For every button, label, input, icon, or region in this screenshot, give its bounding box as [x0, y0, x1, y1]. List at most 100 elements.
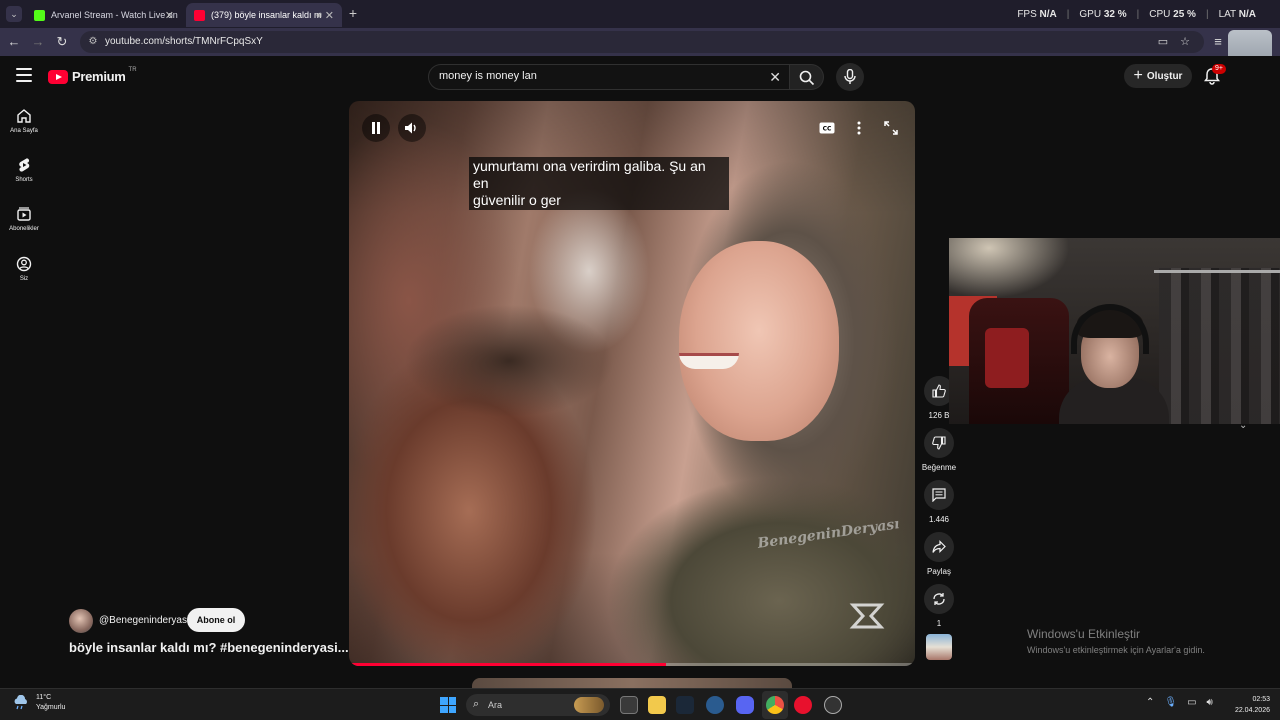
tab-title: Arvanel Stream - Watch Live on [51, 10, 178, 20]
taskbar-clock[interactable]: 02:53 22.04.2026 [1226, 694, 1270, 716]
lat-value: N/A [1238, 9, 1256, 20]
webcam-background-light [949, 238, 1069, 298]
volume-icon[interactable]: 🔊︎ [1207, 697, 1213, 708]
cpu-value: 25 % [1173, 9, 1196, 20]
sidebar-item-home[interactable]: Ana Sayfa [0, 108, 48, 134]
lat-label: LAT [1218, 9, 1236, 20]
windows-start-icon[interactable] [440, 697, 456, 713]
windows-activation-watermark: Windows'u Etkinleştir Windows'u etkinleş… [1027, 627, 1205, 655]
tab-list-button[interactable]: ⌄ [6, 6, 22, 22]
youtube-header: Premium TR ✕ + Oluştur 9+ [0, 56, 1280, 98]
clock-date: 22.04.2026 [1234, 707, 1270, 714]
windows-taskbar: 11°C Yağmurlu ⌕ Ara ⌃ 🎙︎ ▭ 🔊︎ 02:53 22.0… [0, 688, 1280, 720]
closed-captions-icon: CC [819, 122, 835, 134]
steam-icon[interactable] [676, 696, 694, 714]
logo-text: Premium [72, 69, 126, 84]
reload-button[interactable]: ↻ [54, 34, 70, 50]
cast-icon[interactable]: ▭ [1158, 35, 1168, 48]
task-view-icon[interactable] [620, 696, 638, 714]
sidebar-item-label: Ana Sayfa [10, 128, 38, 134]
sidebar-item-label: Abonelikler [9, 226, 39, 232]
remix-icon [933, 593, 945, 605]
channel-avatar[interactable] [69, 609, 93, 633]
browser-tab-strip: ⌄ Arvanel Stream - Watch Live on ✕ (379)… [0, 0, 1280, 28]
shorts-video-player[interactable]: BenegeninDeryası yumurtamı ona verirdim … [349, 101, 915, 666]
network-app-icon[interactable] [706, 696, 724, 714]
taskbar-active-indicator [762, 691, 788, 719]
network-icon[interactable]: ▭ [1187, 697, 1196, 708]
taskbar-search-placeholder: Ara [488, 700, 503, 710]
video-smile [679, 353, 739, 369]
weather-description: Yağmurlu [36, 704, 66, 711]
video-progress-bar[interactable] [349, 663, 915, 666]
sidebar-item-shorts[interactable]: Shorts [0, 157, 48, 183]
youtube-logo[interactable]: Premium TR [48, 67, 137, 84]
webcam-chair-accent [985, 328, 1029, 388]
video-title[interactable]: böyle insanlar kaldı mı? #benegeninderya… [69, 640, 349, 655]
subscribe-button[interactable]: Abone ol [187, 608, 245, 632]
activation-title: Windows'u Etkinleştir [1027, 627, 1140, 641]
search-button[interactable] [790, 64, 824, 90]
menu-icon[interactable] [16, 68, 32, 82]
site-info-icon[interactable]: ⚙︎ [86, 35, 100, 49]
forward-button[interactable]: → [30, 34, 46, 50]
clear-search-icon[interactable]: ✕ [769, 69, 781, 86]
video-person-left-hair [379, 281, 639, 441]
new-tab-button[interactable]: + [346, 5, 360, 21]
search-icon [799, 70, 815, 86]
pause-button[interactable] [362, 114, 390, 142]
captions-button[interactable]: CC [813, 114, 841, 142]
address-bar[interactable]: ⚙︎ youtube.com/shorts/TMNrFCpqSxY ▭ ☆ [80, 31, 1204, 53]
create-button[interactable]: + Oluştur [1124, 64, 1192, 88]
caption-line: yumurtamı ona verirdim galiba. Şu an en [473, 158, 706, 191]
file-explorer-icon[interactable] [648, 696, 666, 714]
thumbs-up-icon [932, 384, 946, 398]
channel-handle[interactable]: @Benegeninderyasi [99, 615, 189, 626]
url-text[interactable]: youtube.com/shorts/TMNrFCpqSxY [105, 36, 263, 47]
chevron-down-icon[interactable]: ⌄ [1239, 420, 1247, 431]
back-button[interactable]: ← [6, 34, 22, 50]
chevron-up-icon[interactable]: ⌃ [1146, 697, 1154, 708]
search-box[interactable]: ✕ [428, 64, 790, 90]
search-input[interactable] [439, 70, 759, 82]
tab-title: (379) böyle insanlar kaldı m [211, 10, 322, 20]
reading-list-icon[interactable]: ≡ [1210, 34, 1226, 50]
obs-icon[interactable] [824, 696, 842, 714]
sound-thumbnail[interactable] [926, 634, 952, 660]
share-button[interactable]: Paylaş [919, 532, 959, 576]
browser-tab-kick[interactable]: Arvanel Stream - Watch Live on ✕ [26, 3, 182, 27]
weather-widget[interactable]: 11°C Yağmurlu [12, 693, 65, 713]
taskbar-search[interactable]: ⌕ Ara [466, 694, 610, 716]
next-video-preview[interactable] [472, 678, 792, 688]
microphone-icon[interactable]: 🎙︎ [1164, 697, 1177, 708]
opera-icon[interactable] [794, 696, 812, 714]
bookmark-star-icon[interactable]: ☆ [1180, 35, 1190, 48]
sidebar-item-you[interactable]: Siz [0, 256, 48, 282]
thumbs-down-icon [932, 436, 946, 450]
expand-icon [884, 121, 898, 135]
remix-button[interactable]: 1 [919, 584, 959, 628]
performance-overlay: FPS N/A | GPU 32 % | CPU 25 % | LAT N/A [1017, 9, 1256, 20]
weather-temperature: 11°C [36, 694, 52, 701]
home-icon [17, 109, 31, 123]
dislike-button[interactable]: Beğenme [919, 428, 959, 472]
shorts-icon [19, 158, 30, 172]
account-icon [16, 256, 32, 272]
close-tab-icon[interactable]: ✕ [325, 9, 334, 22]
caption-line: güvenilir o ger [473, 192, 561, 208]
fullscreen-button[interactable] [877, 114, 905, 142]
discord-icon[interactable] [736, 696, 754, 714]
volume-button[interactable] [398, 114, 426, 142]
sidebar-item-subscriptions[interactable]: Abonelikler [0, 206, 48, 232]
close-tab-icon[interactable]: ✕ [165, 9, 174, 22]
webcam-rail [1154, 270, 1280, 273]
svg-text:CC: CC [823, 126, 832, 133]
video-face [679, 241, 839, 441]
more-options-button[interactable] [845, 114, 873, 142]
dislike-label: Beğenme [921, 463, 957, 472]
browser-tab-youtube[interactable]: (379) böyle insanlar kaldı m 🔊︎ ✕ [186, 3, 342, 27]
speaker-icon[interactable]: 🔊︎ [316, 10, 322, 21]
comments-button[interactable]: 1.446 [919, 480, 959, 524]
youtube-icon [194, 9, 205, 21]
voice-search-button[interactable] [836, 63, 864, 91]
